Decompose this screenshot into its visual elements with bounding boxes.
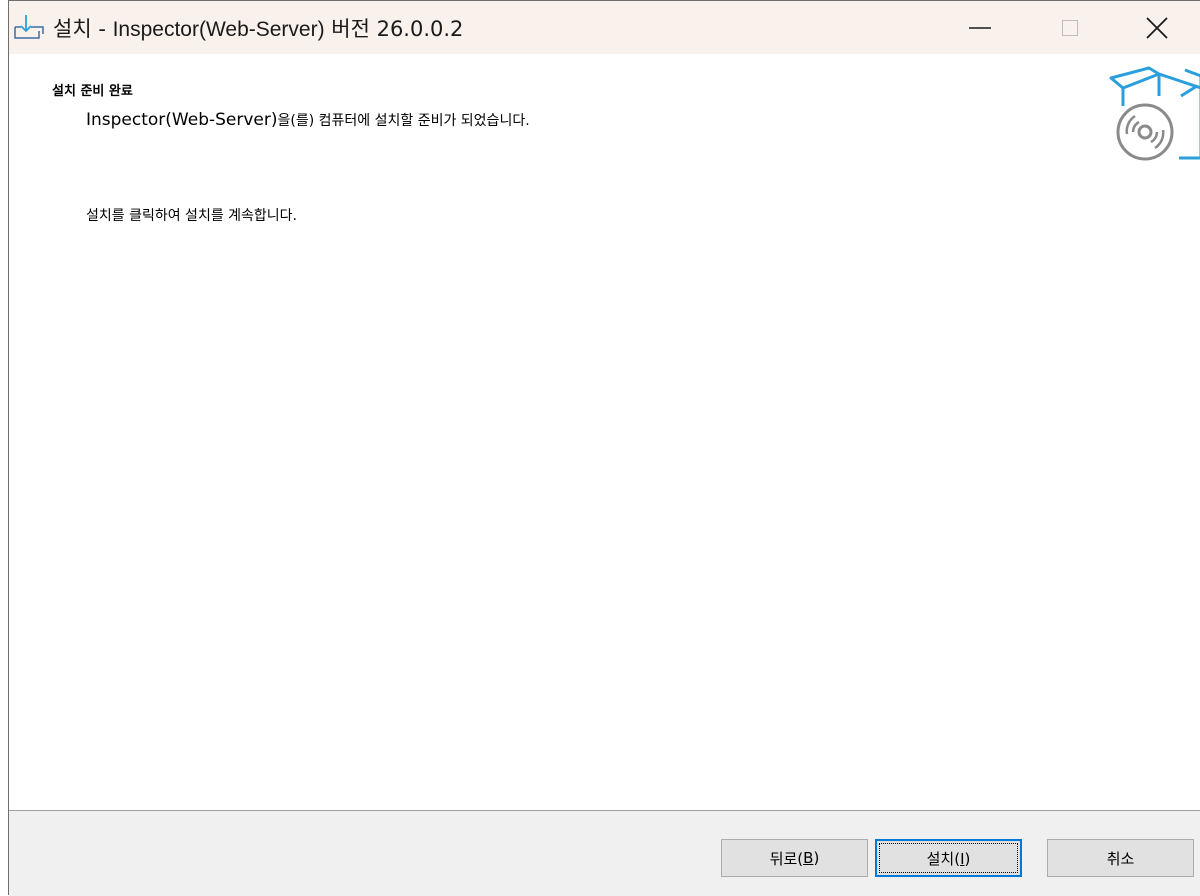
box-cd-icon (1109, 66, 1200, 161)
wizard-content: 설치 준비 완료 Inspector(Web-Server)을(를) 컴퓨터에 … (9, 54, 1200, 810)
close-icon (1146, 16, 1168, 39)
install-button[interactable]: 설치(I) (875, 839, 1022, 877)
page-heading: 설치 준비 완료 (52, 84, 133, 99)
back-button[interactable]: 뒤로(B) (721, 839, 868, 877)
instruction-text: 설치를 클릭하여 설치를 계속합니다. (86, 208, 297, 224)
installer-download-icon (14, 15, 44, 39)
window-title: 설치 - Inspector(Web-Server) 버전 26.0.0.2 (53, 17, 464, 41)
installer-window: 설치 - Inspector(Web-Server) 버전 26.0.0.2 설… (8, 0, 1200, 896)
maximize-button[interactable] (1025, 1, 1115, 54)
minimize-button[interactable] (935, 1, 1025, 54)
maximize-icon (1062, 19, 1078, 36)
cancel-button[interactable]: 취소 (1047, 839, 1194, 877)
title-bar[interactable]: 설치 - Inspector(Web-Server) 버전 26.0.0.2 (9, 1, 1200, 54)
page-subheading: Inspector(Web-Server)을(를) 컴퓨터에 설치할 준비가 되… (86, 110, 530, 130)
minimize-icon (969, 26, 991, 29)
close-button[interactable] (1113, 1, 1200, 54)
button-bar: 뒤로(B) 설치(I) 취소 (9, 811, 1200, 896)
